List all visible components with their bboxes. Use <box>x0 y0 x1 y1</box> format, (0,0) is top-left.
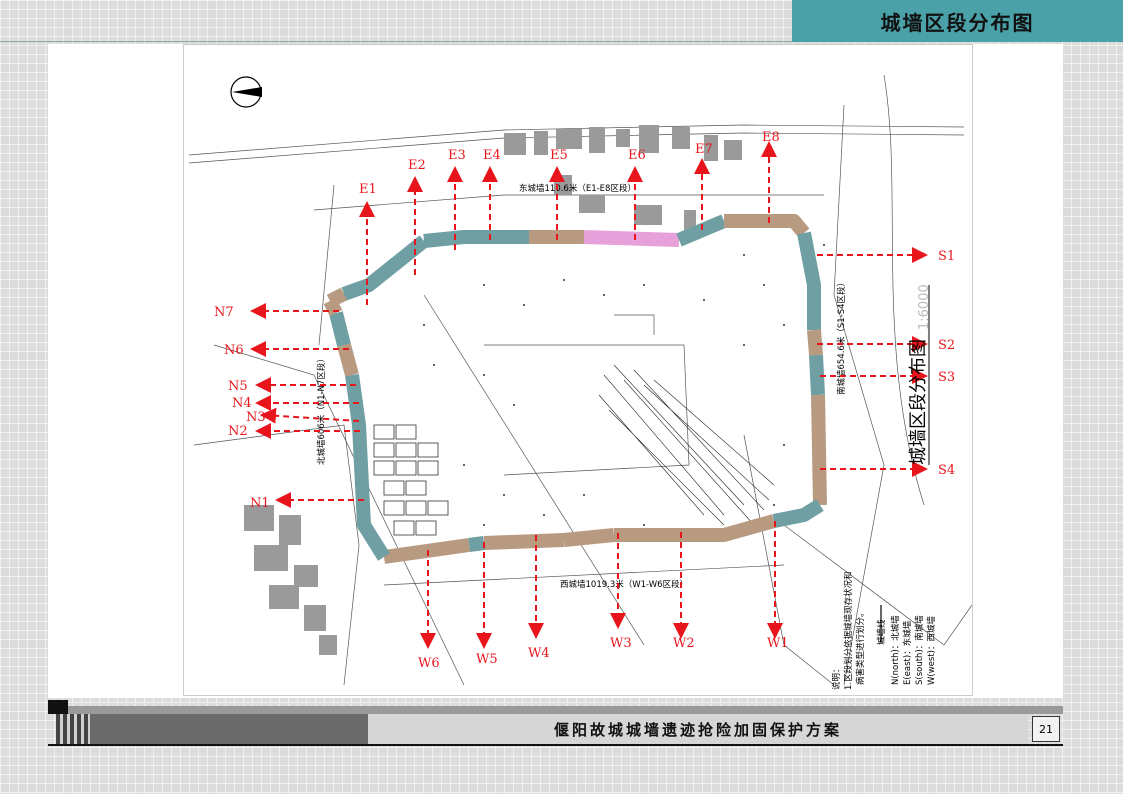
section-label: W6 <box>418 656 440 671</box>
section-label: S1 <box>938 249 955 264</box>
section-label: E7 <box>695 142 713 157</box>
section-label: W5 <box>476 652 498 667</box>
section-label: S4 <box>938 463 955 478</box>
legend-line: 病害类型进行划分。 <box>855 608 866 685</box>
survey-marks <box>423 244 825 526</box>
page-title: 城墙区段分布图 <box>792 0 1123 42</box>
section-label: N5 <box>228 379 248 394</box>
section-label: E4 <box>483 148 501 163</box>
section-label: N4 <box>232 396 252 411</box>
scale-text: 1:6000 <box>917 284 932 330</box>
footer-bottom-line <box>48 744 1063 746</box>
compass-icon <box>230 76 262 108</box>
legend: 说明： 1.区段划分依据城墙现存状况和 病害类型进行划分。 城墙线 N(nort… <box>831 571 937 690</box>
footer-black-block <box>48 700 68 714</box>
section-label: E2 <box>408 158 426 173</box>
section-label: N1 <box>250 496 270 511</box>
section-label: N7 <box>214 305 234 320</box>
section-label: W2 <box>673 636 695 651</box>
section-label: E3 <box>448 148 466 163</box>
section-label: E1 <box>359 182 377 197</box>
background-linework <box>188 74 972 686</box>
section-label: N3 <box>246 410 266 425</box>
legend-item: W(west)：西城墙 <box>926 616 937 685</box>
side-title: 城墙区段分布图 <box>908 339 929 465</box>
project-title: 偃阳故城城墙遗迹抢险加固保护方案 <box>368 714 1028 744</box>
legend-heading: 说明： <box>831 664 842 690</box>
north-wall-label: 东城墙110.6米（E1-E8区段） <box>519 183 636 194</box>
footer-stripes <box>56 714 90 744</box>
site-plan-svg: 东城墙110.6米（E1-E8区段） 南城墙654.6米（S1-S4区段） 西城… <box>188 74 972 690</box>
section-label: W3 <box>610 636 632 651</box>
section-label: E6 <box>628 148 646 163</box>
city-wall <box>323 214 827 564</box>
site-plan-drawing: 东城墙110.6米（E1-E8区段） 南城墙654.6米（S1-S4区段） 西城… <box>183 44 973 696</box>
east-wall-label: 南城墙654.6米（S1-S4区段） <box>836 278 847 395</box>
section-label: N2 <box>228 424 248 439</box>
footer-dark-panel <box>90 714 368 744</box>
header-divider <box>0 41 792 42</box>
footer-bar: 偃阳故城城墙遗迹抢险加固保护方案 21 <box>48 700 1063 746</box>
section-label: S3 <box>938 370 955 385</box>
legend-item: N(north)：北城墙 <box>890 615 901 685</box>
legend-key: 城墙线 <box>876 619 887 645</box>
legend-item: S(south)：南城墙 <box>914 615 925 685</box>
section-label: S2 <box>938 338 955 353</box>
section-label: W1 <box>767 636 789 651</box>
legend-item: E(east)：东城墙 <box>902 620 913 685</box>
ruins-hatching <box>598 364 775 526</box>
south-wall-label: 西城墙1019.3米（W1-W6区段） <box>560 579 688 590</box>
footer-grey-strip <box>68 706 1063 714</box>
section-label: W4 <box>528 646 550 661</box>
section-label: E5 <box>550 148 568 163</box>
section-label: E8 <box>762 130 780 145</box>
legend-line: 1.区段划分依据城墙现存状况和 <box>843 571 854 690</box>
west-wall-label: 北城墙606米（N1-N7区段） <box>316 354 327 465</box>
section-label: N6 <box>224 343 244 358</box>
page-number: 21 <box>1032 716 1060 742</box>
village-grid <box>373 424 449 536</box>
